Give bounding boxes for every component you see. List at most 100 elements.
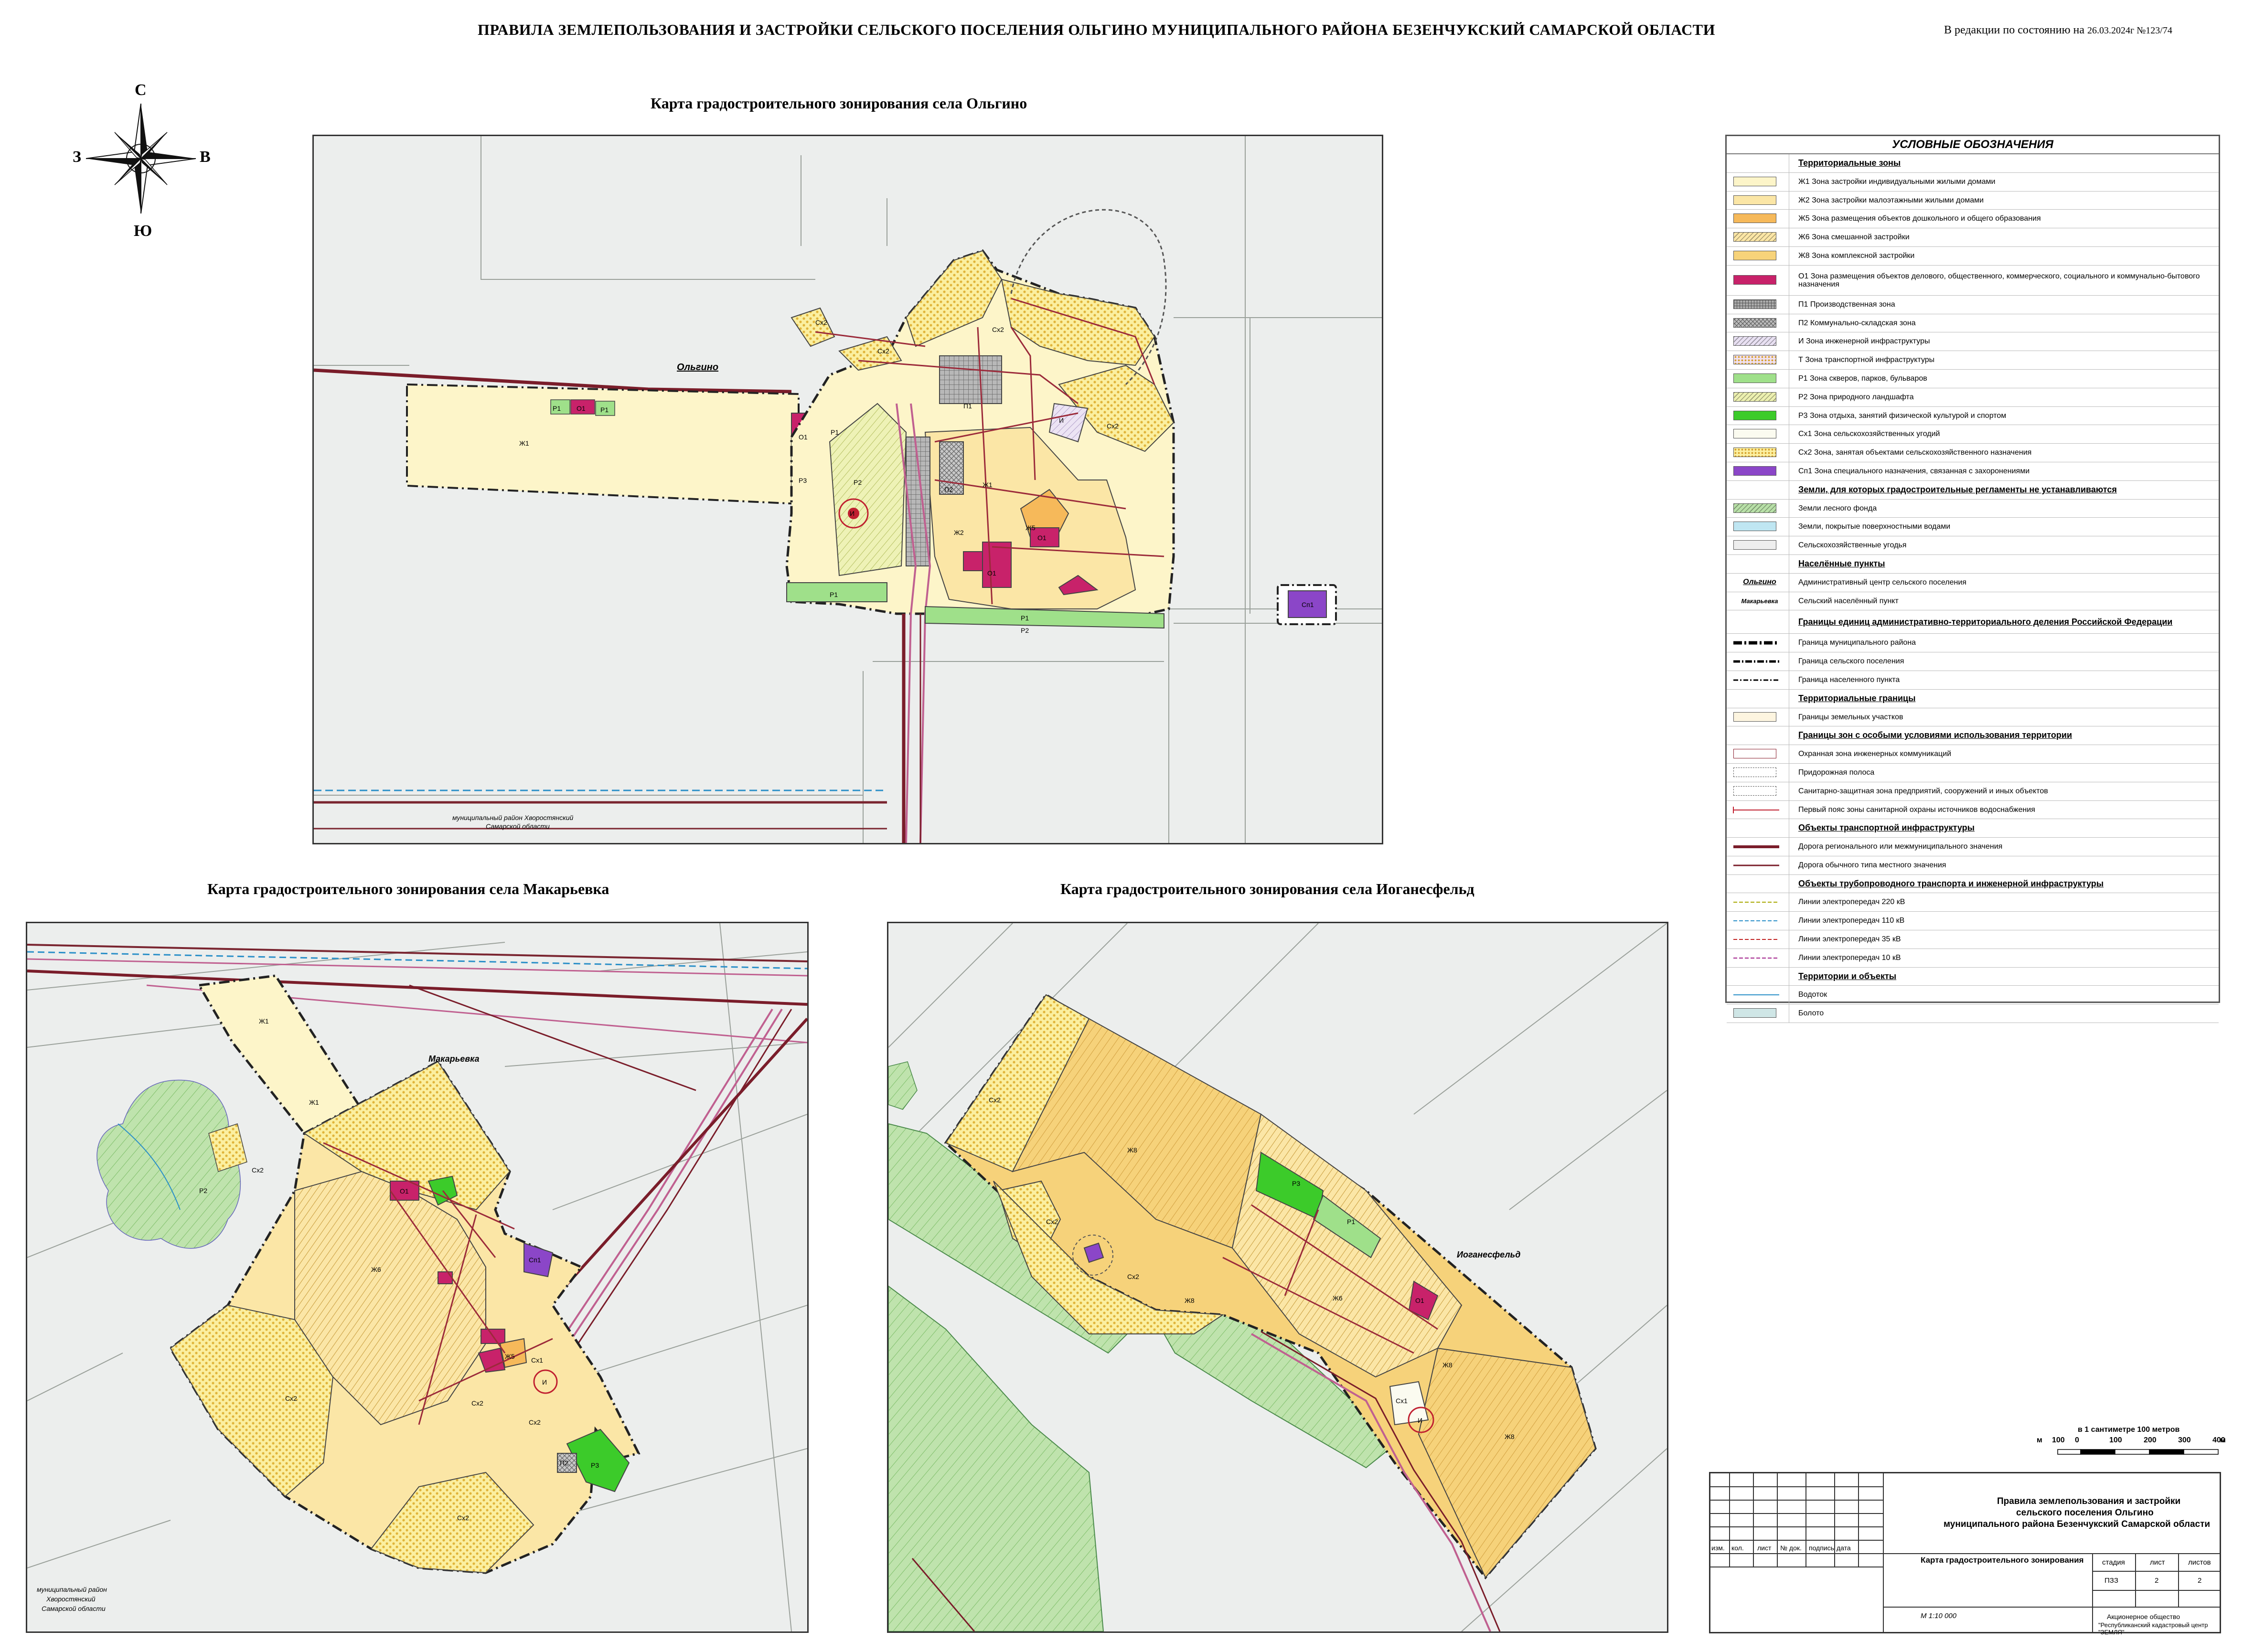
zone-label: Сх2 [457, 1514, 469, 1522]
legend-row: Линии электропередач 110 кВ [1727, 912, 2219, 931]
legend-text: Линии электропередач 220 кВ [1798, 898, 1905, 906]
district-note: муниципальный район [37, 1586, 107, 1593]
zone-label: Сх2 [1107, 422, 1119, 430]
zone-label: П2 [560, 1459, 568, 1467]
district-note: Хворостянский [46, 1595, 96, 1603]
legend-row: Земли лесного фонда [1727, 499, 2219, 518]
legend-row: Придорожная полоса [1727, 763, 2219, 782]
legend-row: Границы единиц административно-территори… [1727, 610, 2219, 634]
legend-line-symbol [1733, 994, 1779, 996]
zone-label: О1 [577, 405, 586, 412]
zone-label: Сх2 [1127, 1273, 1139, 1280]
legend-row: Границы земельных участков [1727, 708, 2219, 727]
zone-label: Ж5 [1026, 524, 1036, 532]
legend-text: Земли, покрытые поверхностными водами [1798, 522, 1951, 531]
map-ioganesfeld[interactable]: Сх2 Ж8 Сх2 Сх2 Р3 Р1 Ж6 Ж8 Ж8 Ж8 Сх1 И О… [887, 922, 1668, 1633]
legend-row: Сх2 Зона, занятая объектами сельскохозяй… [1727, 444, 2219, 462]
legend-text: Линии электропередач 10 кВ [1798, 953, 1901, 962]
zone-label: Р2 [854, 479, 862, 486]
stamp-header-cell: изм. [1711, 1544, 1725, 1552]
settlement-label: Макарьевка [428, 1054, 480, 1064]
zone-label: Ж8 [1505, 1433, 1515, 1440]
stamp-sheets: 2 [2198, 1577, 2202, 1585]
legend-row: Территориальные границы [1727, 689, 2219, 708]
legend-row: Макарьевка Сельский населённый пункт [1727, 592, 2219, 611]
legend-text: Линии электропередач 35 кВ [1798, 935, 1901, 944]
stamp-col-sheets: листов [2188, 1558, 2211, 1567]
legend-rows: Территориальные зоны Ж1 Зона застройки ин… [1727, 154, 2219, 1023]
legend-row: Ж1 Зона застройки индивидуальными жилыми… [1727, 172, 2219, 192]
zone-label: Ж8 [1127, 1146, 1137, 1154]
legend-text: Граница муниципального района [1798, 639, 1916, 647]
legend-row: Водоток [1727, 986, 2219, 1005]
zone-label: И [850, 510, 855, 517]
legend-text: Границы единиц административно-территори… [1798, 617, 2173, 627]
legend-row: Ж5 Зона размещения объектов дошкольного … [1727, 210, 2219, 229]
stamp-col-sheet: лист [2150, 1558, 2165, 1567]
legend-text: Объекты трубопроводного транспорта и инж… [1798, 878, 2104, 888]
legend-row: П1 Производственная зона [1727, 295, 2219, 314]
edition-prefix: В редакции по состоянию на [1944, 24, 2088, 36]
district-note: Самарской области [486, 822, 550, 830]
zone-label: Р3 [591, 1461, 599, 1469]
legend-text: Охранная зона инженерных коммуникаций [1798, 750, 1952, 758]
map-olgino[interactable]: Р1 О1 Р1 Ж1 О1 Р3 Р1 Сх2 Сх2 Сх2 Сх2 Р2 … [312, 135, 1383, 844]
legend-swatch [1733, 232, 1776, 242]
legend-row: Санитарно-защитная зона предприятий, соо… [1727, 782, 2219, 801]
zone-label: Сх2 [989, 1096, 1001, 1104]
stamp-sheet: 2 [2155, 1577, 2159, 1585]
zone-label: О1 [799, 433, 808, 441]
legend-row: Территориальные зоны [1727, 154, 2219, 173]
legend-row: Дорога обычного типа местного значения [1727, 856, 2219, 875]
map-makarevka-title: Карта градостроительного зонирования сел… [207, 880, 609, 897]
stamp-header-cell: подпись [1809, 1544, 1834, 1552]
legend-swatch [1733, 466, 1776, 476]
legend-swatch [1733, 195, 1776, 205]
legend-line-symbol [1733, 679, 1779, 681]
legend-row: Граница сельского поселения [1727, 652, 2219, 671]
legend-swatch [1733, 355, 1776, 365]
legend-row: Линии электропередач 35 кВ [1727, 930, 2219, 949]
legend-text: Т Зона транспортной инфраструктуры [1798, 356, 1935, 364]
legend-row: Земли, покрытые поверхностными водами [1727, 518, 2219, 537]
stamp-project-title-2: сельского поселения Ольгино [2016, 1508, 2154, 1518]
zone-label: О1 [1037, 534, 1047, 542]
title-block: изм. кол. лист № док. подпись дата Правила зе… [1709, 1472, 2221, 1636]
legend-text: Сх1 Зона сельскохозяйственных угодий [1798, 430, 1940, 438]
legend-line-symbol [1733, 641, 1779, 645]
legend-line-symbol [1733, 864, 1779, 866]
scale-graphic [2057, 1449, 2219, 1455]
legend-swatch [1733, 373, 1776, 383]
zone-label: Сх1 [531, 1356, 543, 1364]
legend-swatch [1733, 767, 1776, 777]
zone-label: Р3 [1292, 1180, 1300, 1187]
legend-text: Ж2 Зона застройки малоэтажными жилыми до… [1798, 196, 1984, 204]
legend-line-symbol [1733, 939, 1779, 940]
stamp-org-1: Акционерное общество [2107, 1613, 2180, 1620]
map-makarevka[interactable]: Ж1 Ж1 Р2 Сх2 Ж6 Сх2 Сх2 Сх2 Сх2 Сх1 О1 С… [26, 922, 809, 1633]
legend-swatch [1733, 336, 1776, 346]
district-note: муниципальный район Хворостянский [452, 814, 574, 821]
legend-line-symbol [1733, 920, 1779, 922]
zone-label: Сп1 [1302, 601, 1314, 608]
legend-text: Объекты транспортной инфраструктуры [1798, 823, 1975, 833]
legend-settlement-sample: Ольгино [1743, 578, 1776, 586]
legend-text: Водоток [1798, 991, 1827, 999]
zone-label: Сх2 [1046, 1218, 1058, 1226]
legend-swatch [1733, 299, 1776, 309]
legend-swatch [1733, 410, 1776, 420]
stamp-header-cell: № док. [1780, 1544, 1802, 1552]
legend-swatch [1733, 318, 1776, 328]
legend-swatch [1733, 540, 1776, 550]
zone-label: Ж1 [309, 1098, 319, 1106]
zone-label: О1 [987, 569, 996, 577]
legend-line-symbol [1733, 806, 1779, 813]
zone-label: Ж1 [519, 439, 529, 447]
legend-text: Первый пояс зоны санитарной охраны источ… [1798, 805, 2035, 814]
legend-row: Дорога регионального или межмуниципально… [1727, 838, 2219, 856]
map-legend: УСЛОВНЫЕ ОБОЗНАЧЕНИЯ Территориальные зон… [1725, 135, 2220, 1023]
legend-text: Сп1 Зона специального назначения, связан… [1798, 467, 2030, 475]
map-iogan-title: Карта градостроительного зонирования сел… [1060, 880, 1474, 897]
legend-text: Ж8 Зона комплексной застройки [1798, 251, 1915, 260]
legend-text: Санитарно-защитная зона предприятий, соо… [1798, 787, 2048, 795]
